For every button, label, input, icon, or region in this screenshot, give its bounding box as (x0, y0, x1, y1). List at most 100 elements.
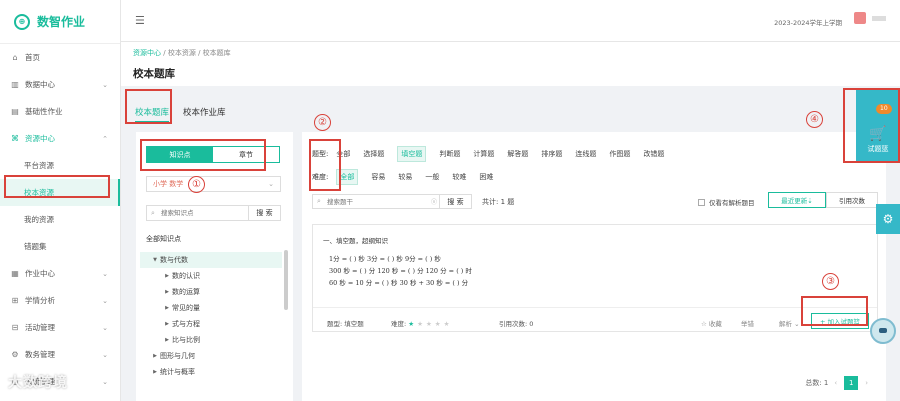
annotation-box-add-button (801, 296, 868, 326)
sidebar-item-label: 教务管理 (25, 350, 55, 359)
annotation-box-school-resources (4, 175, 110, 198)
menu-toggle-icon[interactable]: ☰ (135, 14, 145, 27)
difficulty-filter: 难度: 全部 容易 较易 一般 较难 困难 (312, 169, 506, 185)
knowledge-panel: 知识点 章节 小学 数学 ⌄ ⌕ 搜 索 全部知识点 ▼数与代数 ▶数的认识 ▶… (136, 132, 293, 401)
type-option[interactable]: 判断题 (439, 149, 460, 159)
type-option[interactable]: 连线题 (575, 149, 596, 159)
next-page-icon[interactable]: › (865, 379, 868, 387)
question-search-button[interactable]: 搜 索 (439, 195, 471, 208)
question-panel: 题型: 全部 选择题 填空题 判断题 计算题 解答题 排序题 连线题 作图题 改… (302, 132, 886, 401)
question-meta: 题型: 填空题 难度: ★★★★★ 引用次数: 0 ☆ 收藏 举错 解析 ⌄ +… (313, 307, 877, 333)
avatar[interactable] (854, 12, 866, 24)
question-search-input[interactable] (313, 195, 413, 208)
type-option[interactable]: 作图题 (609, 149, 630, 159)
sidebar-item-resource-center[interactable]: ⌘ 资源中心 ⌃ (0, 125, 120, 152)
breadcrumb-home[interactable]: 资源中心 (133, 49, 161, 57)
user-name[interactable] (872, 16, 886, 21)
sort-latest-button[interactable]: 最近更新⇣ (768, 192, 826, 208)
difficulty-option[interactable]: 较难 (452, 172, 466, 182)
difficulty-option[interactable]: 一般 (425, 172, 439, 182)
knowledge-search-input[interactable] (147, 209, 243, 217)
type-option[interactable]: 排序题 (541, 149, 562, 159)
sidebar-item-label: 我的资源 (24, 215, 54, 224)
assistant-robot-icon[interactable] (870, 318, 896, 344)
annotation-box-tab (125, 89, 172, 124)
caret-right-icon: ▶ (153, 369, 157, 375)
caret-right-icon: ▶ (153, 353, 157, 359)
prev-page-icon[interactable]: ‹ (834, 379, 837, 387)
logo[interactable]: ⊕ 数智作业 (0, 0, 120, 44)
sort-usage-button[interactable]: 引用次数 (826, 192, 878, 208)
tab-school-homework-bank[interactable]: 校本作业库 (183, 106, 226, 118)
difficulty-option[interactable]: 容易 (371, 172, 385, 182)
tree-node[interactable]: ▶ 比与比例 (140, 332, 282, 348)
tree-scrollbar[interactable] (284, 250, 288, 310)
grade-subject-select[interactable]: 小学 数学 ⌄ (146, 176, 281, 192)
report-error-button[interactable]: 举错 (741, 318, 754, 328)
sidebar-item-basic-homework[interactable]: ▤ 基础性作业 (0, 98, 120, 125)
tree-node[interactable]: ▶ 数的认识 (140, 268, 282, 284)
difficulty-label: 难度: (391, 320, 407, 328)
annotation-box-basket (843, 88, 900, 163)
only-analysis-label: 仅看有解析题目 (709, 199, 755, 207)
doc-icon: ▤ (11, 107, 19, 116)
type-option-selected[interactable]: 填空题 (397, 146, 427, 162)
sidebar-item-label: 活动管理 (25, 323, 55, 332)
breadcrumb-level2[interactable]: 校本资源 (168, 49, 196, 57)
only-analysis-checkbox[interactable]: 仅看有解析题目 (698, 197, 755, 207)
question-type: 题型: 填空题 (327, 320, 364, 328)
annotation-number: ③ (822, 273, 839, 290)
type-option[interactable]: 改错题 (643, 149, 664, 159)
tree-node[interactable]: ▶ 式与方程 (140, 316, 282, 332)
chart-icon: ▥ (11, 80, 19, 89)
gear-icon[interactable]: ⚙ (876, 204, 900, 234)
annotation-box-toggle (140, 139, 266, 171)
tree-node[interactable]: ▼ 数与代数 (140, 252, 282, 268)
sidebar-item-label: 错题集 (24, 242, 47, 251)
collect-button[interactable]: ☆ 收藏 (701, 318, 722, 328)
knowledge-search-button[interactable]: 搜 索 (248, 206, 280, 220)
settings-icon: ⚙ (11, 350, 19, 359)
tree-node-label: 常见的量 (172, 304, 200, 312)
type-option[interactable]: 解答题 (507, 149, 528, 159)
pagination: 总数: 1 ‹ 1 › (805, 376, 870, 390)
home-icon: ⌂ (12, 53, 18, 62)
sidebar-item-activity[interactable]: ⊟ 活动管理 ⌄ (0, 314, 120, 341)
search-icon: ⌕ (151, 209, 155, 217)
sidebar-item-home[interactable]: ⌂ 首页 (0, 44, 120, 71)
sidebar-item-analysis[interactable]: ⊞ 学情分析 ⌄ (0, 287, 120, 314)
difficulty-option[interactable]: 较易 (398, 172, 412, 182)
search-icon: ⌕ (317, 197, 321, 205)
analysis-button[interactable]: 解析 ⌄ (779, 318, 800, 328)
sidebar-item-academic[interactable]: ⚙ 教务管理 ⌄ (0, 341, 120, 368)
question-line: 300 秒 = ( ) 分 120 秒 = ( ) 分 120 分 = ( ) … (329, 267, 472, 275)
tree-node[interactable]: ▶ 常见的量 (140, 300, 282, 316)
chevron-down-icon: ⌄ (102, 296, 108, 305)
select-value: 小学 数学 (153, 180, 184, 188)
term-label: 2023-2024学年上学期 (774, 19, 842, 27)
sidebar-item-data-center[interactable]: ▥ 数据中心 ⌄ (0, 71, 120, 98)
sidebar-subitem-mine[interactable]: 我的资源 (0, 206, 120, 233)
type-option[interactable]: 计算题 (473, 149, 494, 159)
breadcrumb-sep: / (198, 49, 201, 57)
knowledge-search: ⌕ 搜 索 (146, 205, 281, 221)
question-card: 一、填空题，超纲知识 1分 = ( ) 秒 3分 = ( ) 秒 9分 = ( … (312, 224, 878, 332)
resource-icon: ⌘ (11, 134, 19, 143)
page-number[interactable]: 1 (844, 376, 859, 390)
sidebar-nav: ⌂ 首页 ▥ 数据中心 ⌄ ▤ 基础性作业 ⌘ 资源中心 ⌃ 平台资源 校本资源… (0, 44, 120, 395)
sidebar: ⊕ 数智作业 ⌂ 首页 ▥ 数据中心 ⌄ ▤ 基础性作业 ⌘ 资源中心 ⌃ 平台… (0, 0, 121, 401)
tree-node[interactable]: ▶ 数的运算 (140, 284, 282, 300)
annotation-number: ① (188, 176, 205, 193)
tree-node[interactable]: ▶ 图形与几何 (140, 348, 282, 364)
type-option[interactable]: 选择题 (363, 149, 384, 159)
sidebar-item-homework-center[interactable]: ▦ 作业中心 ⌄ (0, 260, 120, 287)
gift-icon: ⊟ (11, 323, 19, 332)
tree-all-knowledge[interactable]: 全部知识点 (146, 234, 181, 244)
sidebar-subitem-mistakes[interactable]: 错题集 (0, 233, 120, 260)
caret-right-icon: ▶ (165, 321, 169, 327)
question-search: ⌕ ⓧ 搜 索 (312, 194, 472, 209)
chevron-down-icon: ⌄ (102, 269, 108, 278)
clear-icon[interactable]: ⓧ (431, 197, 437, 206)
tree-node[interactable]: ▶ 统计与概率 (140, 364, 282, 380)
difficulty-option[interactable]: 困难 (479, 172, 493, 182)
